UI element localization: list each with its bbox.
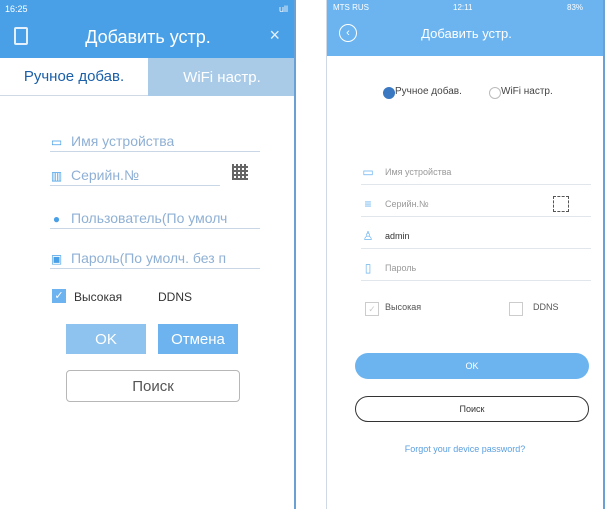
password-field[interactable]: ▣ Пароль(По умолч. без п bbox=[50, 247, 260, 269]
user-icon: ● bbox=[52, 212, 61, 226]
forgot-password-link[interactable]: Forgot your device password? bbox=[327, 444, 603, 454]
close-icon[interactable]: × bbox=[269, 25, 280, 46]
status-time: 12:11 bbox=[453, 3, 473, 12]
high-quality-label: Высокая bbox=[74, 290, 123, 304]
monitor-icon: ▭ bbox=[362, 165, 374, 179]
user-placeholder: Пользователь(По умолч bbox=[71, 210, 228, 226]
lock-icon: ▣ bbox=[50, 252, 63, 266]
status-time: 16:25 bbox=[5, 4, 28, 14]
status-signal: ull bbox=[278, 4, 288, 14]
radio-wifi-settings-label: WiFi настр. bbox=[501, 86, 553, 97]
password-field[interactable]: ▯ Пароль bbox=[361, 256, 591, 281]
ddns-checkbox[interactable] bbox=[509, 302, 523, 316]
radio-wifi-settings[interactable] bbox=[489, 87, 501, 99]
qr-code-icon[interactable] bbox=[232, 164, 248, 180]
tab-bar: Ручное добав. WiFi настр. bbox=[0, 58, 294, 96]
ddns-label[interactable]: DDNS bbox=[158, 290, 192, 304]
tab-wifi-settings[interactable]: WiFi настр. bbox=[148, 58, 294, 96]
password-placeholder: Пароль(По умолч. без п bbox=[71, 250, 227, 266]
status-bar: 16:25 ull bbox=[0, 0, 294, 18]
page-title: Добавить устр. bbox=[421, 26, 512, 41]
device-name-placeholder: Имя устройства bbox=[385, 167, 452, 177]
status-battery: 83% bbox=[567, 3, 584, 12]
header: MTS RUS 12:11 83% ‹ Добавить устр. bbox=[327, 0, 603, 56]
password-placeholder: Пароль bbox=[385, 263, 417, 273]
search-button[interactable]: Поиск bbox=[66, 370, 240, 402]
search-button[interactable]: Поиск bbox=[355, 396, 589, 422]
radio-manual-add[interactable] bbox=[383, 87, 395, 99]
high-quality-checkbox[interactable]: ✓ bbox=[365, 302, 379, 316]
user-field[interactable]: ● Пользователь(По умолч bbox=[50, 207, 260, 229]
right-phone-screen: MTS RUS 12:11 83% ‹ Добавить устр. Ручно… bbox=[326, 0, 605, 509]
device-name-field[interactable]: ▭ Имя устройства bbox=[361, 160, 591, 185]
serial-field[interactable]: ▥ Серийн.№ bbox=[50, 164, 220, 186]
high-quality-checkbox[interactable]: ✓ bbox=[52, 289, 66, 303]
status-carrier: MTS RUS bbox=[333, 3, 369, 12]
left-phone-screen: 16:25 ull Добавить устр. × Ручное добав.… bbox=[0, 0, 296, 509]
barcode-icon: ▥ bbox=[50, 169, 63, 183]
list-icon: ≡ bbox=[364, 197, 372, 211]
user-field[interactable]: ♙ admin bbox=[361, 224, 591, 249]
radio-manual-add-label: Ручное добав. bbox=[395, 86, 462, 97]
scan-icon[interactable] bbox=[553, 196, 569, 212]
lock-icon: ▯ bbox=[364, 261, 372, 275]
user-icon: ♙ bbox=[362, 229, 374, 243]
title-bar: Добавить устр. × bbox=[0, 18, 294, 58]
device-name-field[interactable]: ▭ Имя устройства bbox=[50, 130, 260, 152]
cancel-button[interactable]: Отмена bbox=[158, 324, 238, 354]
tab-manual-add[interactable]: Ручное добав. bbox=[0, 58, 148, 96]
ok-button[interactable]: OK bbox=[355, 353, 589, 379]
ok-button[interactable]: OK bbox=[66, 324, 146, 354]
monitor-icon: ▭ bbox=[50, 135, 63, 149]
device-name-placeholder: Имя устройства bbox=[71, 133, 175, 149]
user-value: admin bbox=[385, 231, 410, 241]
page-title: Добавить устр. bbox=[85, 27, 211, 47]
serial-placeholder: Серийн.№ bbox=[385, 199, 429, 209]
high-quality-label: Высокая bbox=[385, 302, 422, 312]
serial-placeholder: Серийн.№ bbox=[71, 167, 139, 183]
ddns-label: DDNS bbox=[533, 302, 559, 312]
